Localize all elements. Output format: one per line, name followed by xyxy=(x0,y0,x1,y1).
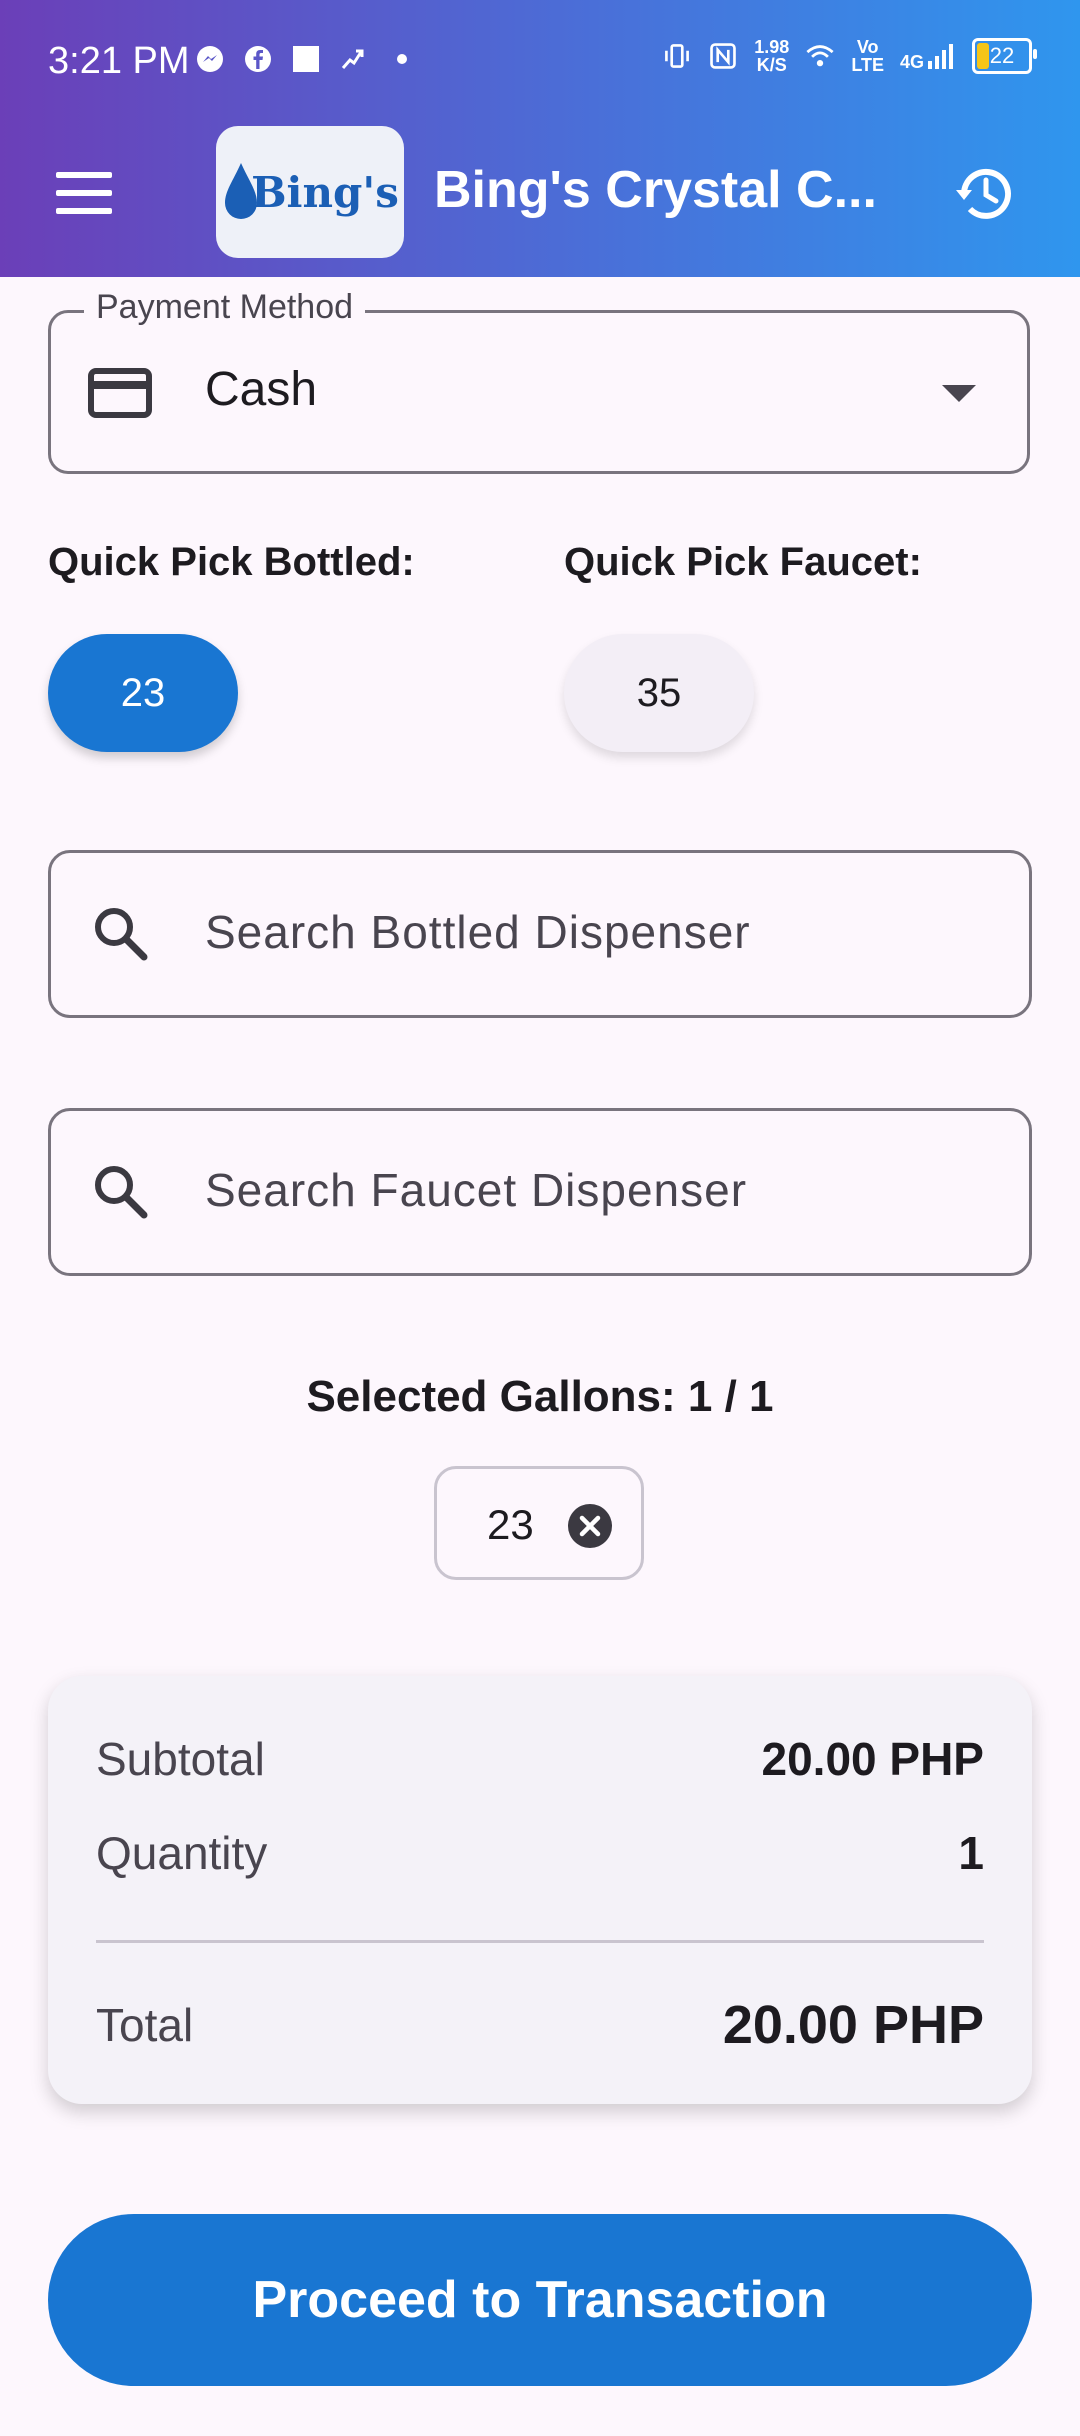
selected-gallon-chip: 23 xyxy=(434,1466,644,1580)
logo-text: Bing's xyxy=(251,167,399,217)
volte-top: Vo xyxy=(856,37,879,57)
app-logo: Bing's xyxy=(216,126,404,258)
status-bar: 3:21 PM 1.98 K/S Vo LTE 4G 22 xyxy=(0,0,1080,120)
status-right-icons: 1.98 K/S Vo LTE 4G 22 xyxy=(662,38,1037,74)
credit-card-icon xyxy=(88,368,152,418)
total-value: 20.00 PHP xyxy=(722,1995,984,2055)
proceed-to-transaction-button[interactable]: Proceed to Transaction xyxy=(48,2214,1032,2386)
selected-gallon-label: 23 xyxy=(487,1501,534,1548)
payment-method-value: Cash xyxy=(205,363,318,416)
battery-icon: 22 xyxy=(972,38,1037,74)
messenger-icon xyxy=(195,44,225,74)
quantity-label: Quantity xyxy=(96,1827,268,1879)
vibrate-icon xyxy=(662,41,692,71)
square-icon xyxy=(291,44,321,74)
battery-level: 22 xyxy=(989,43,1015,68)
volte-bottom: LTE xyxy=(851,55,884,75)
dropdown-arrow-icon[interactable] xyxy=(942,385,976,402)
subtotal-row: Subtotal 20.00 PHP xyxy=(96,1732,984,1786)
status-time: 3:21 PM xyxy=(48,40,190,82)
search-bottled-placeholder: Search Bottled Dispenser xyxy=(205,906,751,958)
remove-chip-icon[interactable] xyxy=(567,1503,613,1549)
network-type: 4G xyxy=(899,52,924,72)
search-icon xyxy=(90,1161,152,1223)
total-row: Total 20.00 PHP xyxy=(96,1994,984,2056)
payment-method-label: Payment Method xyxy=(84,288,366,327)
net-speed: 1.98 K/S xyxy=(754,38,789,74)
subtotal-value: 20.00 PHP xyxy=(761,1733,984,1785)
quick-pick-bottled-chip[interactable]: 23 xyxy=(48,634,238,752)
summary-divider xyxy=(96,1940,984,1943)
nfc-icon xyxy=(708,41,738,71)
payment-method-dropdown[interactable] xyxy=(48,310,1030,474)
quantity-row: Quantity 1 xyxy=(96,1826,984,1880)
dot-icon xyxy=(387,44,417,74)
net-speed-value: 1.98 xyxy=(754,37,790,57)
activity-icon xyxy=(339,44,369,74)
quick-pick-faucet-chip[interactable]: 35 xyxy=(564,634,754,752)
quick-pick-faucet-label: Quick Pick Faucet: xyxy=(564,540,922,584)
facebook-icon xyxy=(243,44,273,74)
order-summary-card: Subtotal 20.00 PHP Quantity 1 Total 20.0… xyxy=(48,1676,1032,2104)
history-icon[interactable] xyxy=(950,160,1018,228)
total-label: Total xyxy=(96,1999,194,2051)
quantity-value: 1 xyxy=(958,1827,984,1879)
menu-icon[interactable] xyxy=(56,172,112,214)
volte-label: Vo LTE xyxy=(851,38,884,74)
signal-icon: 4G xyxy=(900,41,956,71)
search-faucet-placeholder: Search Faucet Dispenser xyxy=(205,1164,748,1216)
quick-pick-bottled-label: Quick Pick Bottled: xyxy=(48,540,415,584)
subtotal-label: Subtotal xyxy=(96,1733,265,1785)
wifi-icon xyxy=(805,41,835,71)
selected-gallons-title: Selected Gallons: 1 / 1 xyxy=(306,1372,774,1421)
status-left-icons xyxy=(195,44,417,74)
app-header: 3:21 PM 1.98 K/S Vo LTE 4G 22 Bing's Bin… xyxy=(0,0,1080,277)
search-icon xyxy=(90,903,152,965)
net-speed-unit: K/S xyxy=(756,55,787,75)
app-title: Bing's Crystal C... xyxy=(434,161,874,219)
